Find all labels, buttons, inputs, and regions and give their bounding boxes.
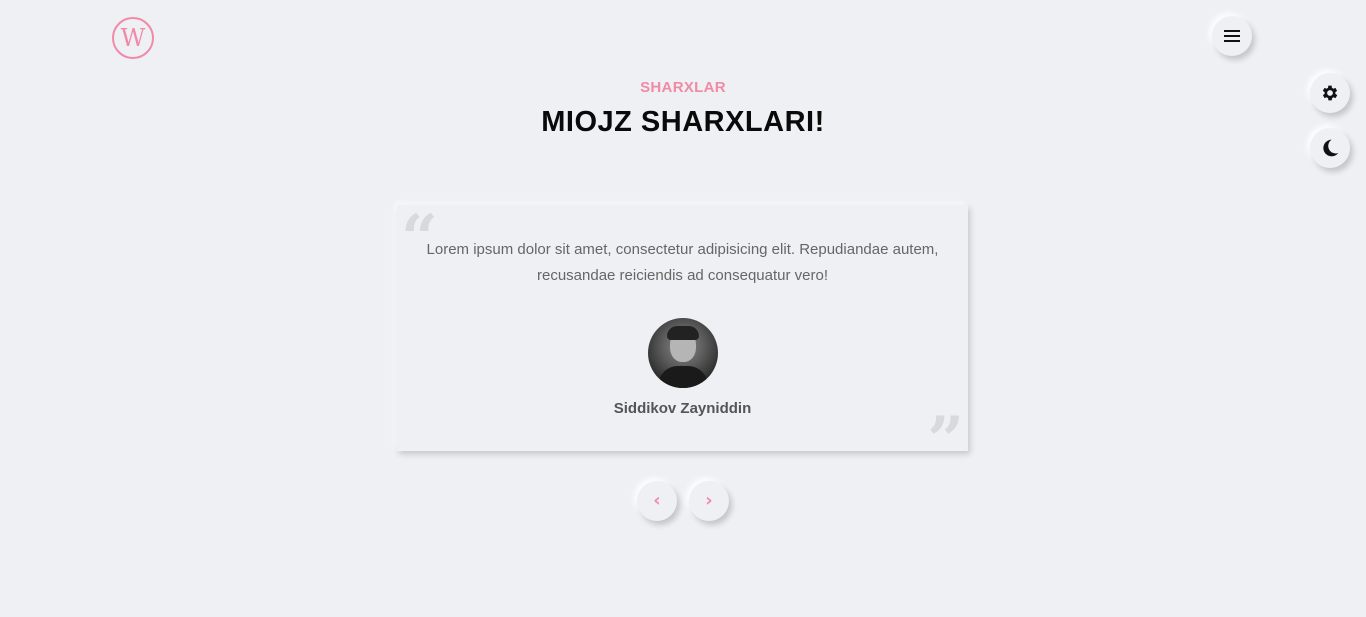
avatar bbox=[648, 318, 718, 388]
next-button[interactable]: › bbox=[689, 481, 729, 521]
section-title: MIOJZ SHARXLARI! bbox=[541, 106, 825, 138]
chevron-right-icon: › bbox=[705, 490, 713, 511]
chevron-left-icon: ‹ bbox=[653, 490, 661, 511]
menu-button[interactable] bbox=[1212, 16, 1252, 56]
logo-letter: W bbox=[120, 24, 146, 52]
logo[interactable]: W bbox=[112, 17, 154, 59]
section-subtitle: SHARXLAR bbox=[640, 79, 726, 96]
quote-close-icon: ” bbox=[927, 403, 964, 478]
moon-icon bbox=[1323, 139, 1339, 157]
testimonial-text: Lorem ipsum dolor sit amet, consectetur … bbox=[426, 241, 939, 284]
hamburger-menu-icon bbox=[1224, 30, 1240, 42]
prev-button[interactable]: ‹ bbox=[637, 481, 677, 521]
testimonial-card: “ Lorem ipsum dolor sit amet, consectetu… bbox=[397, 205, 968, 473]
testimonial-author: Siddikov Zayniddin bbox=[613, 400, 752, 417]
